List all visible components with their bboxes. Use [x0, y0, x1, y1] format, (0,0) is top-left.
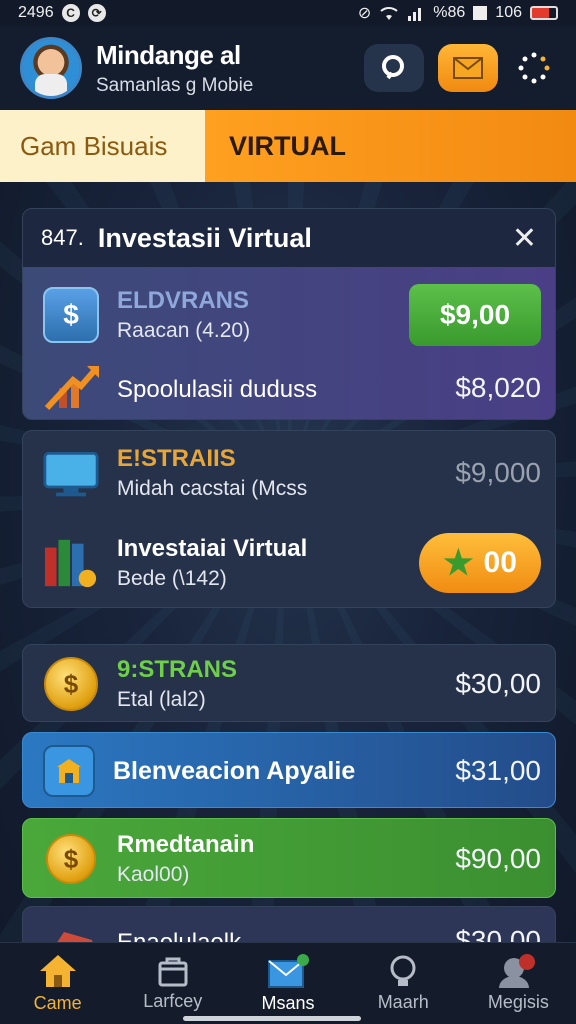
item-title: Rmedtanain [117, 831, 255, 858]
tab-bisuais[interactable]: Gam Bisuais [0, 110, 205, 182]
modal-code: 847. [41, 225, 84, 250]
search-button[interactable] [364, 44, 424, 92]
item-subtitle: Raacan (4.20) [117, 319, 251, 342]
sync-icon: ⟳ [87, 4, 106, 22]
list-item[interactable]: $ ELDVRANS Raacan (4.20) $9,00 [23, 277, 555, 353]
list-card[interactable]: Blenveacion Apyalie $31,00 [22, 732, 556, 808]
item-title: Investaiai Virtual [117, 535, 308, 562]
tab-virtual[interactable]: VIRTUAL [205, 110, 576, 182]
loading-spinner-button[interactable] [512, 44, 556, 92]
coin-icon: $ [43, 831, 99, 887]
nav-label: Msans [261, 993, 315, 1013]
home-icon [39, 955, 76, 987]
item-title: E!STRAIIS [117, 445, 236, 472]
nav-item-msans[interactable]: Msans [230, 943, 345, 1024]
close-icon[interactable]: ✕ [512, 221, 537, 256]
books-icon [43, 535, 99, 591]
battery-text: 106 [495, 4, 522, 21]
list-card[interactable]: $ Rmedtanain Kaol00) $90,00 [22, 818, 556, 898]
list-item[interactable]: Spoolulasii duduss $8,020 [23, 355, 555, 419]
mail-button[interactable] [438, 44, 498, 92]
app-notification-icon: C [61, 4, 80, 22]
status-time: 2496 [18, 4, 54, 21]
spinner-icon [518, 52, 550, 84]
search-icon [382, 55, 404, 80]
nav-item-maarh[interactable]: Maarh [346, 943, 461, 1024]
app-header: Mindange al Samanlas g Mobie [0, 26, 576, 110]
nav-label: Megisis [487, 992, 549, 1012]
square-icon [473, 6, 488, 20]
link-icon: ⊘ [357, 5, 372, 22]
shop-icon [158, 957, 188, 987]
item-amount: $31,00 [455, 755, 541, 786]
item-amount: $8,020 [455, 372, 541, 403]
item-subtitle: Midah cacstai (Mcss [117, 477, 308, 500]
nav-label: Maarh [377, 992, 429, 1012]
nav-item-larfcey[interactable]: Larfcey [115, 943, 230, 1024]
tab-bar: Gam Bisuais VIRTUAL [0, 110, 576, 182]
list-item[interactable]: Investaiai Virtual Bede (\142) ★ 00 [23, 523, 555, 603]
lightbulb-icon [390, 955, 416, 986]
nav-item-megisis[interactable]: Megisis [461, 943, 576, 1024]
item-title: Spoolulasii duduss [117, 376, 318, 403]
modal-title: Investasii Virtual [97, 222, 312, 253]
item-title: Blenveacion Apyalie [113, 756, 356, 785]
battery-icon [530, 6, 558, 20]
signal-icon [408, 8, 422, 21]
home-indicator [183, 1016, 361, 1021]
bottom-nav: Came Larfcey Msans Maarh Megisis [0, 942, 576, 1024]
modal-header: 847. Investasii Virtual ✕ [23, 209, 555, 267]
coins-icon: $ [43, 656, 99, 712]
item-amount: $30,00 [455, 668, 541, 699]
item-amount: $90,00 [455, 843, 541, 874]
amount-button[interactable]: $9,00 [409, 284, 541, 346]
investment-card: E!STRAIIS Midah cacstai (Mcss $9,000 Inv… [22, 430, 556, 608]
reward-value: 00 [483, 546, 517, 579]
nav-item-game[interactable]: Came [0, 943, 115, 1024]
profile-icon [499, 954, 536, 988]
building-icon [43, 745, 95, 797]
item-amount: $9,000 [455, 457, 541, 488]
reward-button[interactable]: ★ 00 [419, 533, 541, 593]
signal-text: %86 [433, 4, 466, 21]
dollar-app-icon: $ [43, 287, 99, 343]
user-name: Mindange al [96, 39, 241, 70]
investment-modal: 847. Investasii Virtual ✕ $ ELDVRANS Raa… [22, 208, 556, 420]
nav-label: Came [33, 993, 82, 1013]
avatar[interactable] [20, 37, 82, 99]
list-item[interactable]: E!STRAIIS Midah cacstai (Mcss $9,000 [23, 435, 555, 511]
item-subtitle: Bede (\142) [117, 567, 227, 590]
nav-label: Larfcey [143, 991, 203, 1011]
user-subtitle: Samanlas g Mobie [96, 74, 254, 96]
item-title: 9:STRANS [117, 656, 238, 683]
item-title: ELDVRANS [117, 287, 250, 314]
star-icon: ★ [443, 544, 474, 582]
wifi-icon [380, 7, 398, 20]
status-bar: 2496 C ⟳ ⊘ %86 106 [0, 0, 576, 26]
growth-chart-icon [43, 360, 99, 416]
item-subtitle: Etal (lal2) [117, 688, 206, 711]
user-info: Mindange al Samanlas g Mobie [96, 40, 350, 97]
mail-icon [268, 954, 309, 988]
modal-body: $ ELDVRANS Raacan (4.20) $9,00 Spoolulas… [23, 267, 555, 419]
item-subtitle: Kaol00) [117, 863, 190, 886]
monitor-icon [43, 445, 99, 501]
envelope-icon [453, 57, 483, 79]
list-card[interactable]: $ 9:STRANS Etal (lal2) $30,00 [22, 644, 556, 722]
